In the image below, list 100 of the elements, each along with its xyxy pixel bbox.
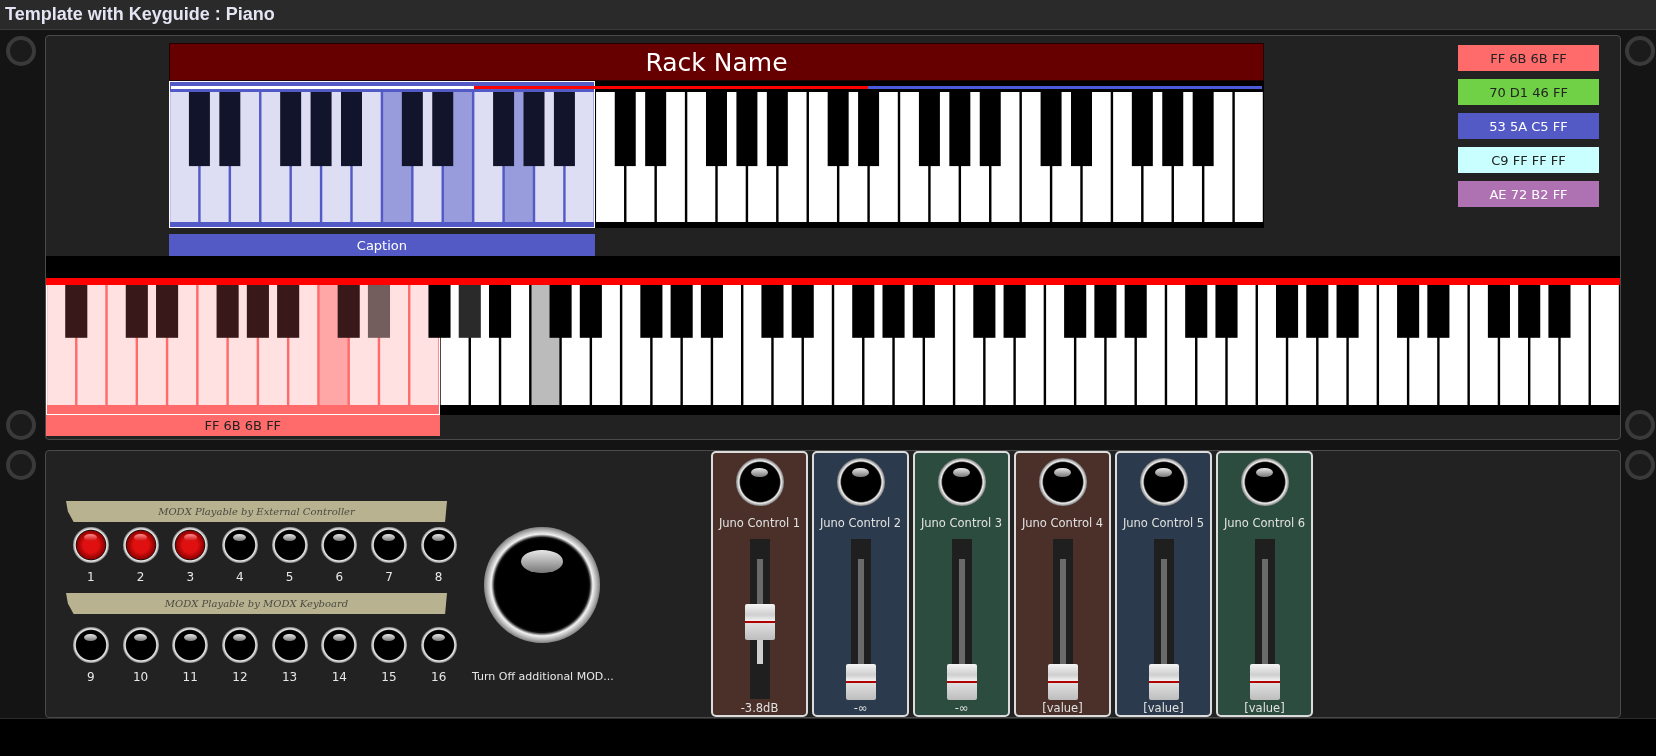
piano-key[interactable] (1003, 285, 1026, 338)
piano-key[interactable] (614, 92, 636, 167)
piano-key[interactable] (1124, 285, 1147, 338)
piano-key[interactable] (912, 285, 935, 338)
piano-key[interactable] (458, 285, 481, 338)
channel-name: Juno Control 5 (1122, 515, 1205, 531)
piano-key[interactable] (1064, 285, 1087, 338)
fader-handle[interactable] (1249, 664, 1280, 700)
piano-key[interactable] (670, 285, 693, 338)
round-button[interactable] (271, 627, 308, 663)
piano-key[interactable] (1040, 92, 1062, 167)
button-number: 8 (434, 569, 443, 585)
fader-track[interactable] (1059, 559, 1066, 664)
screw-icon (1625, 450, 1655, 480)
zone-caption: FF 6B 6B FF (46, 415, 440, 436)
piano-key[interactable] (553, 92, 575, 167)
fader-track[interactable] (857, 559, 864, 664)
piano-key[interactable] (188, 92, 210, 167)
piano-key[interactable] (858, 92, 880, 167)
round-button[interactable] (172, 527, 209, 563)
piano-key[interactable] (1192, 92, 1214, 167)
round-button[interactable] (321, 527, 358, 563)
piano-key[interactable] (277, 285, 300, 338)
piano-key[interactable] (156, 285, 179, 338)
piano-key[interactable] (489, 285, 512, 338)
round-button[interactable] (321, 627, 358, 663)
button-number: 5 (285, 569, 294, 585)
piano-key[interactable] (65, 285, 88, 338)
piano-key[interactable] (640, 285, 663, 338)
piano-key[interactable] (1276, 285, 1299, 338)
piano-key[interactable] (280, 92, 302, 167)
piano-key[interactable] (645, 92, 667, 167)
round-button[interactable] (735, 458, 784, 506)
piano-key[interactable] (125, 285, 148, 338)
button-number: 9 (87, 669, 95, 685)
piano-key[interactable] (219, 92, 241, 167)
piano-key[interactable] (1131, 92, 1153, 167)
round-button[interactable] (370, 627, 407, 663)
fader-track[interactable] (1160, 559, 1167, 664)
button-number: 13 (281, 669, 298, 685)
piano-key[interactable] (493, 92, 515, 167)
round-button[interactable] (72, 627, 109, 663)
round-button[interactable] (370, 527, 407, 563)
round-button[interactable] (1240, 458, 1289, 506)
button-number: 16 (431, 669, 447, 685)
button-number: 15 (381, 669, 397, 685)
piano-key[interactable] (827, 92, 849, 167)
piano-key[interactable] (1234, 92, 1263, 222)
round-button[interactable] (836, 458, 885, 506)
color-swatch: AE 72 B2 FF (1458, 181, 1599, 207)
piano-key[interactable] (1162, 92, 1184, 167)
piano-key[interactable] (1590, 285, 1619, 405)
round-button[interactable] (1038, 458, 1087, 506)
piano-key[interactable] (973, 285, 996, 338)
piano-key[interactable] (1518, 285, 1541, 338)
round-button[interactable] (937, 458, 986, 506)
button-number: 7 (385, 569, 393, 585)
piano-key[interactable] (736, 92, 758, 167)
piano-key[interactable] (1427, 285, 1450, 338)
fader-track[interactable] (1261, 559, 1268, 664)
piano-key[interactable] (700, 285, 723, 338)
piano-key[interactable] (918, 92, 940, 167)
piano-key[interactable] (791, 285, 814, 338)
round-button[interactable] (72, 527, 109, 563)
round-button[interactable] (420, 627, 457, 663)
piano-key[interactable] (1397, 285, 1420, 338)
piano-key[interactable] (246, 285, 269, 338)
fader-value: -∞ (853, 701, 868, 715)
fader-handle[interactable] (1148, 664, 1179, 700)
button-number: 11 (182, 669, 198, 685)
screw-icon (6, 36, 36, 66)
fader-track[interactable] (958, 559, 965, 664)
piano-key[interactable] (949, 92, 971, 167)
fader-handle[interactable] (1047, 664, 1078, 700)
button-number: 3 (186, 569, 195, 585)
fader-handle[interactable] (845, 664, 876, 700)
piano-key[interactable] (1487, 285, 1510, 338)
fader-handle[interactable] (946, 664, 977, 700)
piano-key[interactable] (1185, 285, 1208, 338)
piano-key[interactable] (852, 285, 875, 338)
piano-key[interactable] (1306, 285, 1329, 338)
fader-value: -3.8dB (740, 701, 779, 715)
piano-key[interactable] (766, 92, 788, 167)
round-button[interactable] (1139, 458, 1188, 506)
fader-value: [value] (1042, 701, 1083, 715)
fader-value: -∞ (954, 701, 969, 715)
round-button[interactable] (420, 527, 457, 563)
piano-key[interactable] (979, 92, 1001, 167)
round-button[interactable] (271, 527, 308, 563)
piano-key[interactable] (579, 285, 602, 338)
channel-name: Juno Control 3 (920, 515, 1003, 531)
fader-handle[interactable] (744, 604, 775, 641)
round-button[interactable] (221, 527, 258, 563)
round-button[interactable] (122, 627, 159, 663)
round-button[interactable] (172, 627, 209, 663)
fader-value: [value] (1244, 701, 1285, 715)
color-swatch: 53 5A C5 FF (1458, 113, 1599, 139)
round-button[interactable] (122, 527, 159, 563)
round-button[interactable] (221, 627, 258, 663)
channel-name: Juno Control 1 (718, 515, 801, 531)
